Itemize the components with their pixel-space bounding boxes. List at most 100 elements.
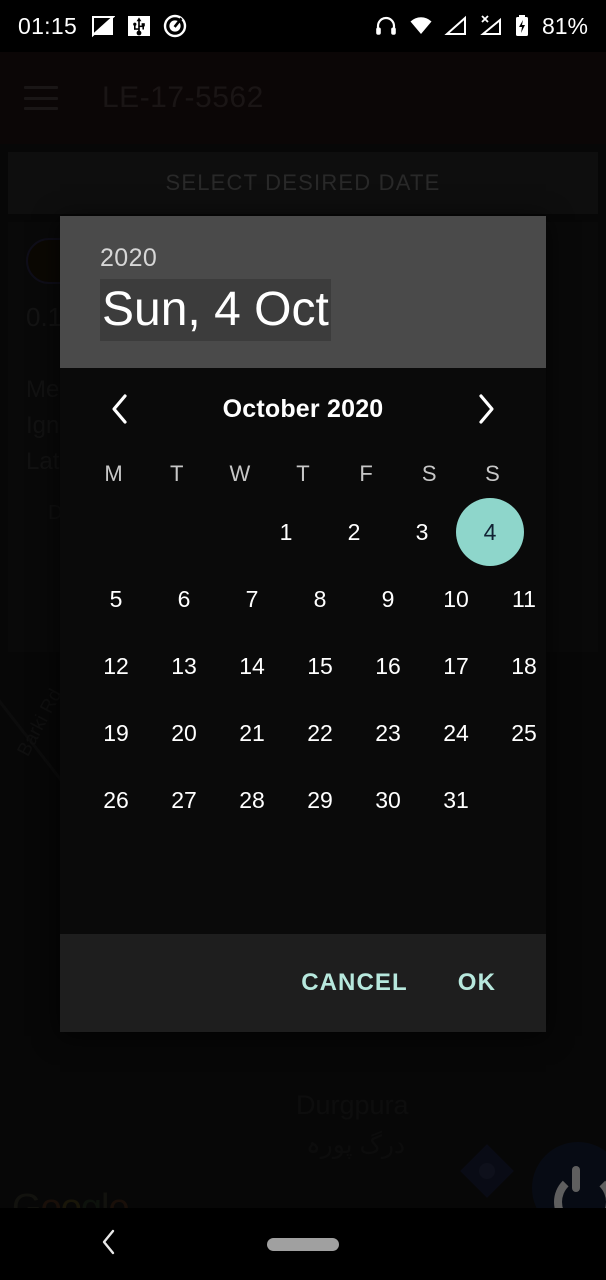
month-year-label[interactable]: October 2020 [223,395,384,424]
calendar-day-8[interactable]: 8 [286,565,354,633]
calendar-day-23[interactable]: 23 [354,699,422,767]
calendar-grid: 1 2 3 4 5 6 7 8 9 10 11 12 13 14 15 16 17 18 19 20 21 22 23 24 2… [82,498,537,833]
screenshot-icon [92,16,116,38]
weekday-header-row: M T W T F S S [82,450,524,498]
calendar-day-label: 15 [307,652,333,679]
calendar-day-16[interactable]: 16 [354,632,422,700]
calendar-day-26[interactable]: 26 [82,766,150,834]
weekday-label: T [296,461,310,486]
calendar-day-label: 1 [279,518,293,545]
signal-icon [444,15,466,35]
calendar-cell-empty [82,498,139,566]
calendar-day-label: 6 [177,585,191,612]
calendar-day-label: 4 [456,498,524,566]
do-not-disturb-icon [163,14,187,38]
calendar-day-31[interactable]: 31 [422,766,490,834]
calendar-day-3[interactable]: 3 [388,498,456,566]
calendar-day-label: 30 [375,786,401,813]
ok-button[interactable]: OK [444,959,510,1007]
calendar-cell-empty [195,498,252,566]
calendar-week-row: 5 6 7 8 9 10 11 [82,565,536,633]
calendar-day-2[interactable]: 2 [320,498,388,566]
calendar-day-label: 31 [443,786,469,813]
calendar-day-18[interactable]: 18 [490,632,558,700]
calendar-day-4[interactable]: 4 [456,498,524,566]
calendar-day-19[interactable]: 19 [82,699,150,767]
weekday-label: W [229,461,251,486]
calendar-day-22[interactable]: 22 [286,699,354,767]
calendar-week-row: 26 27 28 29 30 31 [82,766,524,833]
calendar-day-6[interactable]: 6 [150,565,218,633]
calendar-day-label: 12 [103,652,129,679]
calendar-day-label: 5 [109,585,123,612]
calendar-day-label: 22 [307,719,333,746]
calendar-day-12[interactable]: 12 [82,632,150,700]
signal-off-icon [480,15,501,35]
cancel-button[interactable]: CANCEL [287,959,422,1007]
calendar-day-label: 10 [443,585,469,612]
calendar-day-9[interactable]: 9 [354,565,422,633]
dialog-action-bar: CANCEL OK [60,934,546,1032]
calendar-day-24[interactable]: 24 [422,699,490,767]
weekday-label: S [421,461,437,486]
date-picker-body: October 2020 M T W T F S S 1 2 3 4 5 6 7 8 9 10 11… [60,368,546,934]
calendar-day-label: 17 [443,652,469,679]
calendar-day-5[interactable]: 5 [82,565,150,633]
calendar-day-label: 8 [313,585,327,612]
calendar-day-11[interactable]: 11 [490,565,558,633]
chevron-left-icon[interactable] [100,389,140,429]
weekday-label: F [359,461,373,486]
status-bar: 01:15 81% [0,0,606,52]
navigation-bar [0,1208,606,1280]
calendar-day-30[interactable]: 30 [354,766,422,834]
calendar-day-label: 25 [511,719,537,746]
date-picker-year[interactable]: 2020 [100,244,506,273]
calendar-day-13[interactable]: 13 [150,632,218,700]
calendar-day-label: 23 [375,719,401,746]
calendar-day-21[interactable]: 21 [218,699,286,767]
chevron-left-icon[interactable] [100,1228,118,1261]
date-picker-header: 2020 Sun, 4 Oct [60,216,546,368]
calendar-day-label: 26 [103,786,129,813]
weekday-label: S [485,461,500,486]
headset-icon [376,16,396,35]
calendar-day-label: 14 [239,652,265,679]
calendar-cell-empty [139,498,196,566]
calendar-day-label: 21 [239,719,265,746]
calendar-day-27[interactable]: 27 [150,766,218,834]
calendar-day-14[interactable]: 14 [218,632,286,700]
calendar-day-17[interactable]: 17 [422,632,490,700]
weekday-label: T [169,461,184,486]
calendar-day-20[interactable]: 20 [150,699,218,767]
calendar-day-label: 11 [512,585,536,612]
calendar-day-label: 24 [443,719,469,746]
calendar-day-label: 29 [307,786,333,813]
calendar-day-label: 27 [171,786,197,813]
date-picker-dialog: 2020 Sun, 4 Oct October 2020 M T W T F S… [60,216,546,1032]
calendar-day-28[interactable]: 28 [218,766,286,834]
home-pill-icon[interactable] [267,1237,339,1251]
chevron-right-icon[interactable] [466,389,506,429]
calendar-day-label: 2 [347,518,361,545]
usb-icon [128,16,151,36]
month-navigation: October 2020 [82,368,524,450]
calendar-day-10[interactable]: 10 [422,565,490,633]
calendar-day-label: 7 [245,585,259,612]
calendar-day-label: 18 [511,652,537,679]
calendar-day-label: 20 [171,719,197,746]
calendar-day-7[interactable]: 7 [218,565,286,633]
calendar-day-label: 9 [381,585,395,612]
battery-percent-label: 81% [541,12,588,39]
calendar-day-15[interactable]: 15 [286,632,354,700]
battery-icon [515,15,528,36]
calendar-day-label: 19 [103,719,129,746]
calendar-day-1[interactable]: 1 [252,498,320,566]
calendar-day-25[interactable]: 25 [490,699,558,767]
status-clock: 01:15 [18,12,78,39]
calendar-cell-empty [490,766,524,834]
calendar-day-29[interactable]: 29 [286,766,354,834]
calendar-week-row: 1 2 34 [82,498,524,566]
date-picker-selected-date[interactable]: Sun, 4 Oct [100,279,331,341]
weekday-label: M [104,461,123,486]
calendar-day-label: 16 [375,652,401,679]
